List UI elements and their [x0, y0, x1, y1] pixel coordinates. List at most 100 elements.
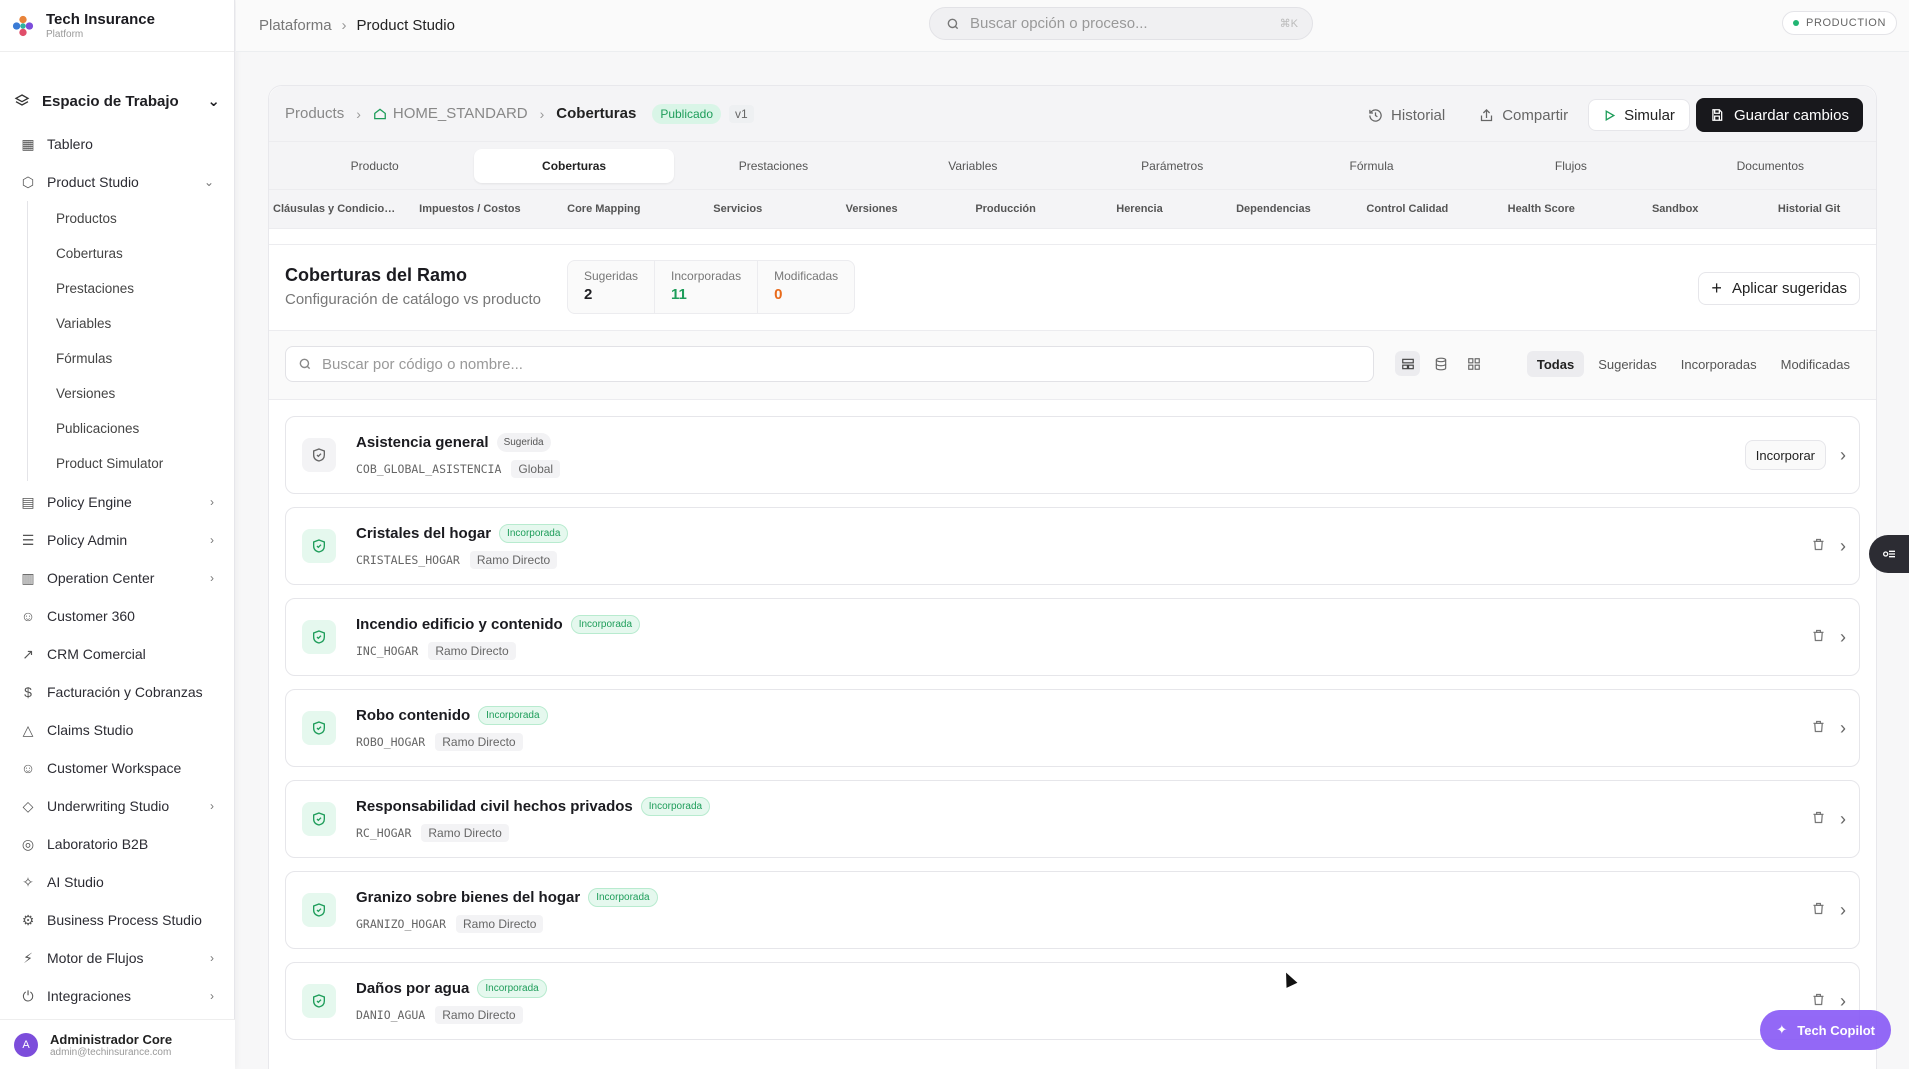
guardar-cambios-button[interactable]: Guardar cambios — [1695, 98, 1863, 132]
sidebar-item[interactable]: ⏻ Integraciones › — [0, 977, 234, 1015]
sidebar-item[interactable]: ◎ Laboratorio B2B — [0, 825, 234, 863]
subtab-item[interactable]: Cláusulas y Condiciona... — [269, 203, 403, 215]
simular-button[interactable]: Simular — [1588, 99, 1690, 131]
filter-segment[interactable]: Todas — [1526, 351, 1585, 377]
subnav-item-productos[interactable]: Productos — [28, 201, 234, 236]
subtab-item[interactable]: Servicios — [671, 203, 805, 215]
coverage-card[interactable]: Incendio edificio y contenido Incorporada… — [285, 598, 1860, 676]
sidebar-item[interactable]: △ Claims Studio — [0, 711, 234, 749]
tech-copilot-button[interactable]: ✦ Tech Copilot — [1760, 1010, 1891, 1050]
historial-button[interactable]: Historial — [1354, 99, 1459, 131]
subnav-item-formulas[interactable]: Fórmulas — [28, 341, 234, 376]
tab-item[interactable]: Flujos — [1471, 149, 1670, 183]
filter-segment[interactable]: Sugeridas — [1588, 351, 1667, 377]
sidebar-item[interactable]: ☰ Policy Admin › — [0, 521, 234, 559]
sidebar-item[interactable]: ↗ CRM Comercial — [0, 635, 234, 673]
sidebar-item-tablero[interactable]: ▦ Tablero — [0, 125, 234, 163]
module-icon: ▤ — [21, 493, 35, 510]
save-icon — [1712, 109, 1723, 121]
sidebar-item[interactable]: ✧ AI Studio — [0, 863, 234, 901]
sidebar-item[interactable]: $ Facturación y Cobranzas — [0, 673, 234, 711]
chevron-right-icon[interactable]: › — [1840, 627, 1846, 648]
coverage-name: Granizo sobre bienes del hogar — [356, 888, 581, 906]
coverage-scope: Global — [511, 459, 561, 478]
workspace-selector[interactable]: Espacio de Trabajo ⌄ — [0, 83, 234, 119]
coverage-scope: Ramo Directo — [435, 1005, 523, 1024]
sidebar-item[interactable]: ▥ Operation Center › — [0, 559, 234, 597]
sidebar-item[interactable]: ⚙ Business Process Studio — [0, 901, 234, 939]
trash-icon[interactable] — [1811, 628, 1826, 646]
filter-segment[interactable]: Modificadas — [1771, 351, 1860, 377]
subtab-item[interactable]: Herencia — [1073, 203, 1207, 215]
shield-check-icon — [302, 893, 336, 927]
subnav-item-versiones[interactable]: Versiones — [28, 376, 234, 411]
chevron-right-icon[interactable]: › — [1840, 809, 1846, 830]
sidebar-item[interactable]: ☺ Customer Workspace — [0, 749, 234, 787]
coverage-card[interactable]: Asistencia general Sugerida COB_GLOBAL_AS… — [285, 416, 1860, 494]
subtab-item[interactable]: Control Calidad — [1340, 203, 1474, 215]
subtab-item[interactable]: Versiones — [805, 203, 939, 215]
layout-list-icon[interactable] — [1395, 351, 1420, 376]
coverage-name: Daños por agua — [356, 979, 470, 997]
subnav-item-publicaciones[interactable]: Publicaciones — [28, 411, 234, 446]
sidebar-item-label: Operation Center — [47, 570, 155, 586]
chevron-right-icon[interactable]: › — [1840, 445, 1846, 466]
sidebar-item-product-studio[interactable]: ⬡ Product Studio ⌄ — [0, 163, 234, 201]
subnav-item-coberturas[interactable]: Coberturas — [28, 236, 234, 271]
coverage-card[interactable]: Responsabilidad civil hechos privados Inc… — [285, 780, 1860, 858]
trash-icon[interactable] — [1811, 537, 1826, 555]
trash-icon[interactable] — [1811, 901, 1826, 919]
subtab-item[interactable]: Historial Git — [1742, 203, 1876, 215]
chevron-right-icon[interactable]: › — [1840, 718, 1846, 739]
tab-item[interactable]: Parámetros — [1073, 149, 1272, 183]
search-icon — [299, 358, 311, 370]
subtab-item[interactable]: Health Score — [1474, 203, 1608, 215]
sidebar-item[interactable]: ⚡ Motor de Flujos › — [0, 939, 234, 977]
tab-item[interactable]: Prestaciones — [674, 149, 873, 183]
subtab-item[interactable]: Sandbox — [1608, 203, 1742, 215]
database-icon[interactable] — [1428, 351, 1453, 376]
side-panel-toggle[interactable] — [1869, 535, 1909, 573]
grid-view-icon[interactable] — [1461, 351, 1486, 376]
global-search[interactable]: Buscar opción o proceso... ⌘K — [929, 7, 1313, 40]
tab-item[interactable]: Documentos — [1671, 149, 1870, 183]
brand[interactable]: Tech Insurance Platform — [0, 0, 234, 52]
subtab-item[interactable]: Producción — [939, 203, 1073, 215]
subnav-item-prestaciones[interactable]: Prestaciones — [28, 271, 234, 306]
sidebar-item[interactable]: ◇ Underwriting Studio › — [0, 787, 234, 825]
aplicar-sugeridas-button[interactable]: + Aplicar sugeridas — [1698, 272, 1860, 305]
tab-item[interactable]: Fórmula — [1272, 149, 1471, 183]
coverage-card[interactable]: Cristales del hogar Incorporada CRISTALES… — [285, 507, 1860, 585]
coverage-search-input[interactable]: Buscar por código o nombre... — [285, 346, 1374, 382]
subnav-item-variables[interactable]: Variables — [28, 306, 234, 341]
incorporar-button[interactable]: Incorporar — [1744, 440, 1826, 470]
sidebar-item[interactable]: ☺ Customer 360 — [0, 597, 234, 635]
subnav-item-product-simulator[interactable]: Product Simulator — [28, 446, 234, 481]
trash-icon[interactable] — [1811, 719, 1826, 737]
trash-icon[interactable] — [1811, 810, 1826, 828]
subtab-item[interactable]: Impuestos / Costos — [403, 203, 537, 215]
coverage-card[interactable]: Robo contenido Incorporada ROBO_HOGAR Ramo… — [285, 689, 1860, 767]
subtab-item[interactable]: Core Mapping — [537, 203, 671, 215]
breadcrumb-plataforma[interactable]: Plataforma — [259, 17, 332, 34]
subtab-item[interactable]: Dependencias — [1206, 203, 1340, 215]
filter-segment[interactable]: Incorporadas — [1671, 351, 1767, 377]
chevron-down-icon: ⌄ — [203, 175, 214, 189]
topbar: Plataforma › Product Studio Buscar opción … — [236, 0, 1909, 52]
chevron-right-icon[interactable]: › — [1840, 536, 1846, 557]
tab-item[interactable]: Variables — [873, 149, 1072, 183]
sidebar-item[interactable]: ▤ Policy Engine › — [0, 483, 234, 521]
crumb-products[interactable]: Products — [285, 105, 344, 122]
chevron-right-icon[interactable]: › — [1840, 991, 1846, 1012]
toggle-panel-icon — [1883, 550, 1895, 558]
tab-item[interactable]: Producto — [275, 149, 474, 183]
compartir-button[interactable]: Compartir — [1465, 99, 1582, 131]
chevron-right-icon[interactable]: › — [1840, 900, 1846, 921]
stat-label: Sugeridas — [584, 269, 639, 283]
user-profile[interactable]: A Administrador Core admin@techinsurance… — [0, 1019, 235, 1069]
tab-item[interactable]: Coberturas — [474, 148, 674, 183]
trash-icon[interactable] — [1811, 992, 1826, 1010]
crumb-product-code[interactable]: HOME_STANDARD — [393, 105, 528, 122]
coverage-card[interactable]: Granizo sobre bienes del hogar Incorporad… — [285, 871, 1860, 949]
coverage-card[interactable]: Daños por agua Incorporada DANIO_AGUA Ramo… — [285, 962, 1860, 1040]
